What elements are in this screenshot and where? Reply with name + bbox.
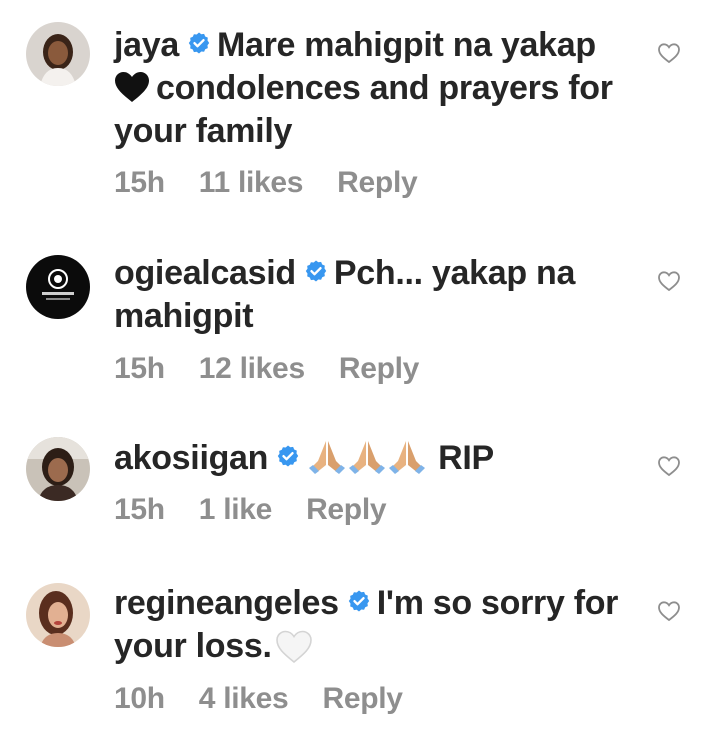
verified-badge-icon <box>304 259 328 283</box>
comment-meta: 15h 11 likes Reply <box>114 166 451 200</box>
username[interactable]: ogiealcasid <box>114 254 296 292</box>
comment-time: 15h <box>114 166 165 199</box>
comment-meta: 15h 1 like Reply <box>114 493 420 527</box>
reply-button[interactable]: Reply <box>339 352 420 385</box>
comment-time: 15h <box>114 493 165 526</box>
verified-badge-icon <box>187 31 211 55</box>
avatar[interactable] <box>26 255 90 319</box>
reply-button[interactable]: Reply <box>337 166 418 199</box>
like-heart-icon[interactable] <box>657 270 681 292</box>
comment-meta: 15h 12 likes Reply <box>114 352 453 386</box>
likes-count[interactable]: 12 likes <box>199 352 305 385</box>
comment-body: RIP <box>438 439 494 477</box>
comment-item: jaya Mare mahigpit na yakap condolences an… <box>0 0 719 210</box>
comment-text: ogiealcasid Pch... yakap na mahigpit <box>114 252 634 338</box>
avatar[interactable] <box>26 22 90 86</box>
comment-time: 10h <box>114 682 165 715</box>
likes-count[interactable]: 1 like <box>199 493 273 526</box>
username[interactable]: regineangeles <box>114 584 339 622</box>
comment-text: jaya Mare mahigpit na yakap condolences an… <box>114 24 634 153</box>
white-heart-emoji <box>274 629 314 665</box>
avatar[interactable] <box>26 583 90 647</box>
like-heart-icon[interactable] <box>657 455 681 477</box>
comment-text: regineangeles I'm so sorry for your loss. <box>114 582 634 668</box>
comment-body: Mare mahigpit na yakap <box>216 26 596 64</box>
comment-item: regineangeles I'm so sorry for your loss.… <box>0 545 719 755</box>
username[interactable]: akosiigan <box>114 439 268 477</box>
folded-hands-emoji <box>346 439 388 475</box>
likes-count[interactable]: 4 likes <box>199 682 289 715</box>
comment-time: 15h <box>114 352 165 385</box>
black-heart-emoji <box>114 71 150 103</box>
folded-hands-emoji <box>306 439 348 475</box>
comment-meta: 10h 4 likes Reply <box>114 682 437 716</box>
like-heart-icon[interactable] <box>657 42 681 64</box>
folded-hands-emoji <box>386 439 428 475</box>
comment-body-continued: condolences and prayers for your family <box>114 69 613 150</box>
like-heart-icon[interactable] <box>657 600 681 622</box>
likes-count[interactable]: 11 likes <box>199 166 304 199</box>
comment-item: akosiigan RIP 15h 1 like Reply <box>0 400 719 540</box>
comment-text: akosiigan RIP <box>114 437 634 480</box>
comment-item: ogiealcasid Pch... yakap na mahigpit 15h 1… <box>0 215 719 395</box>
avatar[interactable] <box>26 437 90 501</box>
reply-button[interactable]: Reply <box>306 493 387 526</box>
verified-badge-icon <box>347 589 371 613</box>
verified-badge-icon <box>276 444 300 468</box>
reply-button[interactable]: Reply <box>322 682 403 715</box>
username[interactable]: jaya <box>114 26 179 64</box>
